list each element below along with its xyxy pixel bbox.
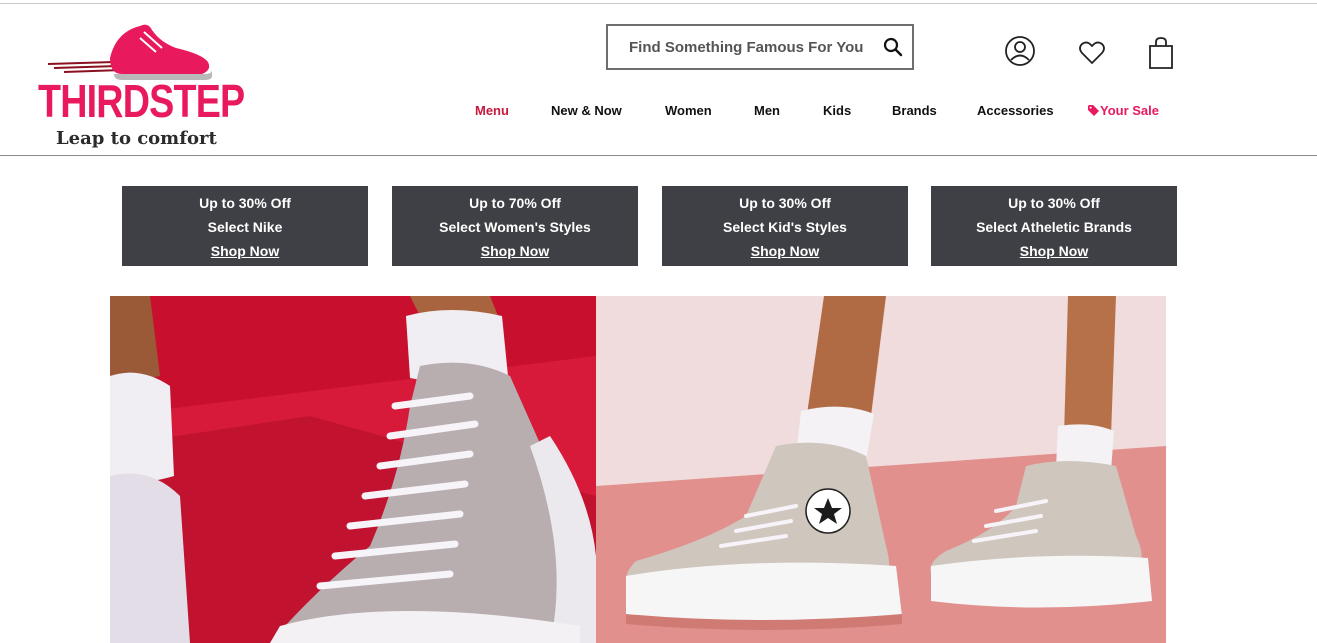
promo-title: Select Women's Styles [439,219,591,235]
price-tag-icon [1088,105,1099,116]
brand-tagline: Leap to comfort [56,128,217,149]
search-box[interactable]: Find Something Famous For You [606,24,914,70]
hero-image-left[interactable] [110,296,596,643]
shop-now-link[interactable]: Shop Now [122,243,368,259]
promo-tile-athletic[interactable]: Up to 30% Off Select Atheletic Brands Sh… [931,186,1177,266]
promo-tile-women[interactable]: Up to 70% Off Select Women's Styles Shop… [392,186,638,266]
nav-new-and-now[interactable]: New & Now [551,103,622,121]
shop-now-link[interactable]: Shop Now [931,243,1177,259]
header-divider [0,155,1317,156]
nav-your-sale-label: Your Sale [1100,103,1160,118]
promo-tile-kids[interactable]: Up to 30% Off Select Kid's Styles Shop N… [662,186,908,266]
nav-kids[interactable]: Kids [823,103,851,121]
promo-title: Select Nike [207,219,283,235]
promo-tile-nike[interactable]: Up to 30% Off Select Nike Shop Now [122,186,368,266]
search-icon[interactable] [883,37,903,57]
brand-logo[interactable]: THIRDSTEP Leap to comfort [36,18,245,156]
sneakers-pair-image [596,296,1166,643]
promo-title: Select Atheletic Brands [976,219,1132,235]
nav-your-sale[interactable]: Your Sale [1088,103,1159,121]
shop-now-link[interactable]: Shop Now [392,243,638,259]
sneaker-logo-icon [47,24,212,80]
wishlist-heart-icon[interactable] [1078,40,1106,66]
shop-now-link[interactable]: Shop Now [662,243,908,259]
nav-women[interactable]: Women [665,103,712,121]
promo-title: Select Kid's Styles [723,219,847,235]
nav-men[interactable]: Men [754,103,780,121]
hero-image-right[interactable] [596,296,1166,643]
nav-accessories[interactable]: Accessories [977,103,1054,121]
search-input[interactable]: Find Something Famous For You [629,39,863,56]
user-account-icon[interactable] [1004,34,1036,68]
shopping-bag-icon[interactable] [1146,36,1176,70]
nav-menu[interactable]: Menu [475,103,509,121]
promo-discount: Up to 30% Off [739,195,831,211]
promo-discount: Up to 30% Off [1008,195,1100,211]
promo-discount: Up to 30% Off [199,195,291,211]
nav-brands[interactable]: Brands [892,103,937,121]
site-header: THIRDSTEP Leap to comfort Find Something… [0,4,1317,155]
sneaker-closeup-image [110,296,596,643]
promo-discount: Up to 70% Off [469,195,561,211]
brand-name: THIRDSTEP [38,75,245,127]
